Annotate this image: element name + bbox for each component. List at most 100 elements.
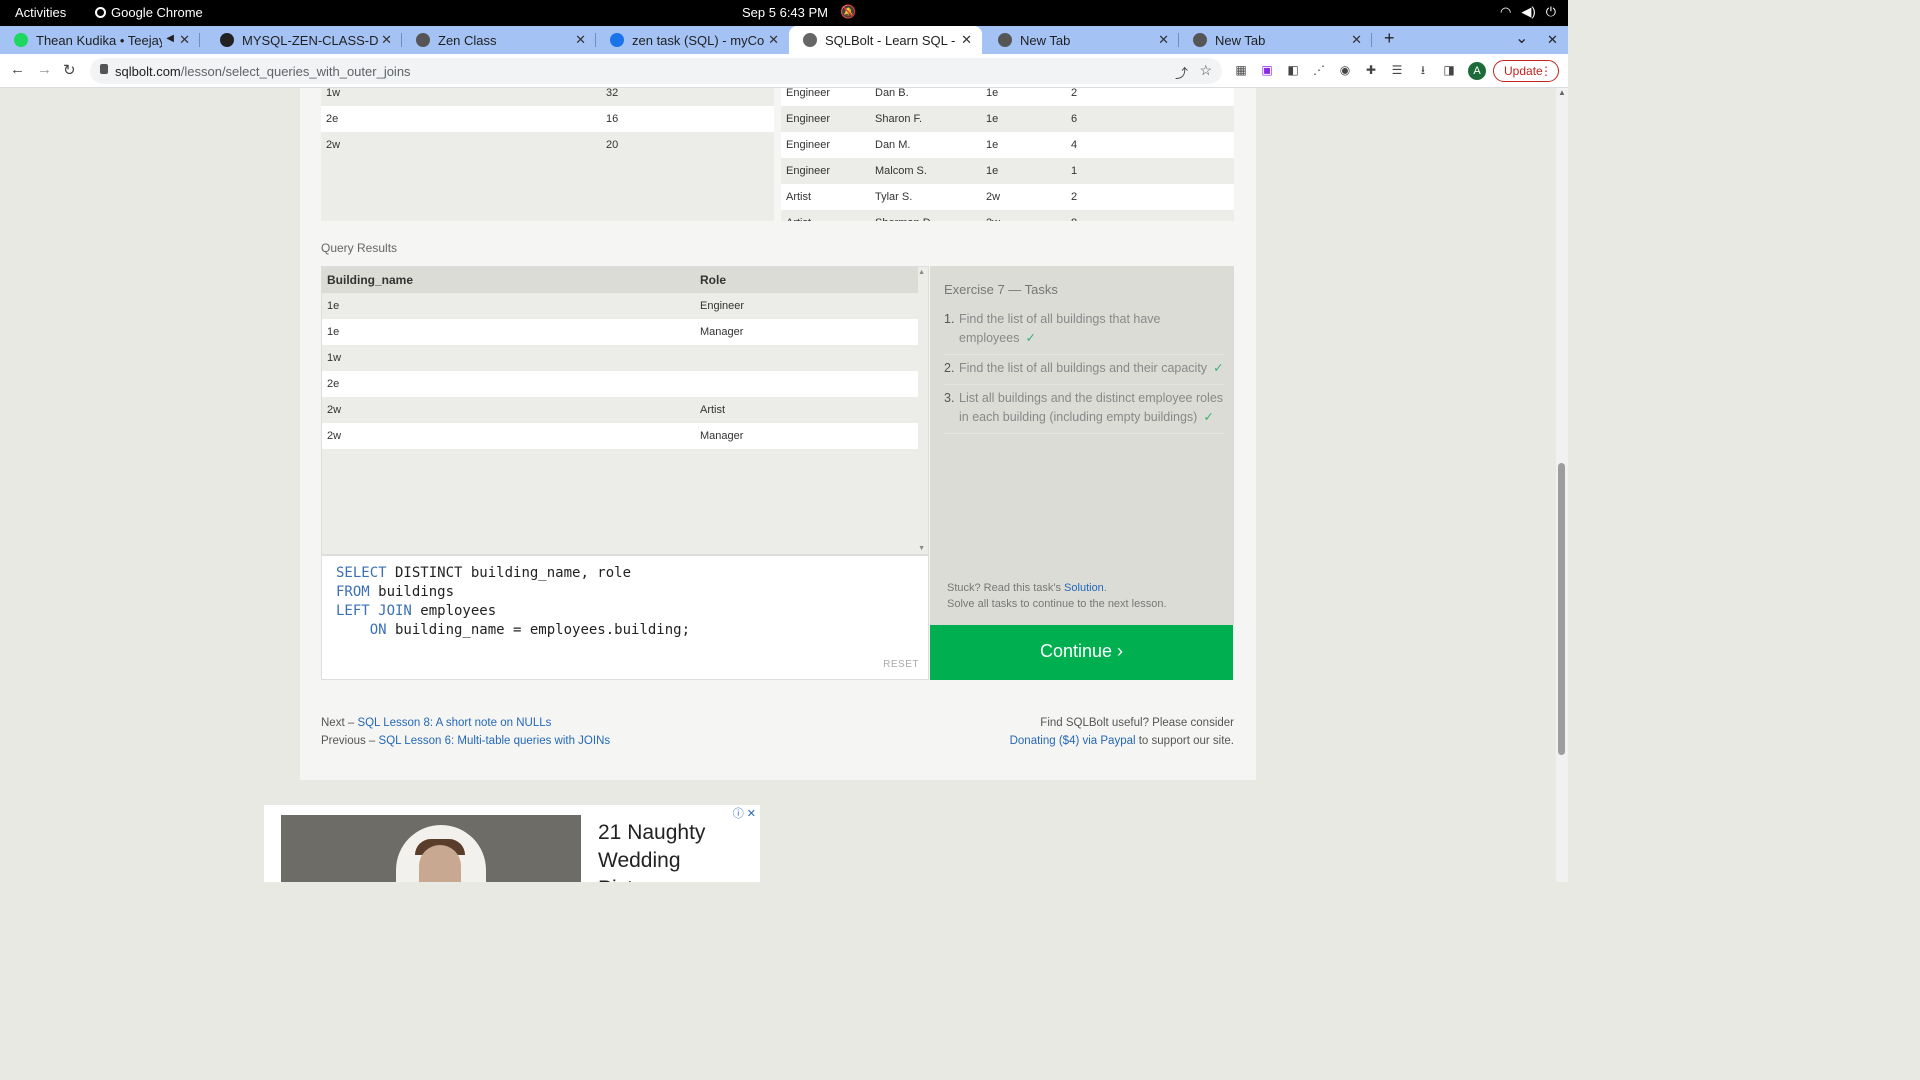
extension-icon-5[interactable]: ◉ — [1338, 63, 1352, 77]
next-prefix: Next – — [321, 717, 358, 729]
forward-icon[interactable]: → — [37, 61, 52, 78]
next-lesson-link[interactable]: SQL Lesson 8: A short note on NULLs — [357, 717, 551, 729]
tab-6[interactable]: New Tab ✕ — [984, 26, 1179, 54]
table-cell: 4 — [1066, 132, 1234, 158]
sql-text: buildings — [369, 584, 455, 600]
download-icon[interactable]: ⭳ — [1416, 63, 1430, 77]
tab-separator — [199, 33, 200, 47]
clock[interactable]: Sep 5 6:43 PM — [742, 5, 828, 20]
task-number: 2. — [944, 361, 955, 375]
lock-icon[interactable] — [100, 64, 108, 74]
task-number: 3. — [944, 391, 955, 405]
tab-search-chevron-icon[interactable]: ⌄ — [1515, 28, 1528, 48]
bookmark-star-icon[interactable]: ☆ — [1199, 62, 1212, 79]
extension-icon-2[interactable]: ▣ — [1260, 63, 1274, 77]
table-cell: 1e — [981, 88, 1066, 106]
table-cell: 2w — [981, 184, 1066, 210]
donate-link[interactable]: Donating ($4) via Paypal — [1010, 735, 1136, 747]
code-line: SELECT DISTINCT building_name, role — [336, 565, 631, 581]
tab-5[interactable]: SQLBolt - Learn SQL - SQL✕ — [789, 26, 982, 54]
table-row: 2w Artist — [322, 397, 918, 423]
table-cell: Artist — [781, 184, 870, 210]
reading-list-icon[interactable]: ☰ — [1390, 63, 1404, 77]
volume-icon: ◀) — [1521, 4, 1536, 19]
share-icon[interactable]: ⤴ — [1175, 63, 1188, 82]
scrollbar-up-arrow-icon[interactable]: ▲ — [1558, 88, 1566, 97]
ad-close-icon[interactable]: ⓘ ✕ — [733, 805, 756, 821]
ad-headline[interactable]: 21 Naughty Wedding Pictures — [598, 819, 738, 882]
table-cell: 1 — [1066, 158, 1234, 184]
tab-title: SQLBolt - Learn SQL - SQL — [825, 32, 958, 48]
advertisement[interactable]: 21 Naughty Wedding Pictures ⓘ ✕ — [264, 805, 760, 882]
close-tab-icon[interactable]: ✕ — [961, 32, 972, 48]
extension-icon-1[interactable]: ▦ — [1234, 63, 1248, 77]
reset-button[interactable]: RESET — [883, 659, 919, 670]
table-row: 2w 20 — [321, 132, 774, 158]
table-cell: 2w — [322, 423, 695, 449]
scroll-down-arrow-icon[interactable]: ▼ — [918, 545, 925, 552]
reload-icon[interactable]: ↻ — [63, 61, 76, 79]
close-tab-icon[interactable]: ✕ — [381, 32, 392, 48]
scroll-up-arrow-icon[interactable]: ▲ — [918, 269, 925, 276]
close-tab-icon[interactable]: ✕ — [768, 32, 779, 48]
tab-1[interactable]: Thean Kudika • Teejay, ◀ ✕ — [0, 26, 200, 54]
update-button[interactable]: Update ⋮ — [1493, 60, 1559, 82]
tab-3[interactable]: Zen Class ✕ — [402, 26, 596, 54]
extension-icon-4[interactable]: ⋰ — [1312, 63, 1326, 77]
check-icon: ✓ — [1213, 361, 1224, 375]
previous-lesson-link[interactable]: SQL Lesson 6: Multi-table queries with J… — [379, 735, 611, 747]
tab-2[interactable]: MYSQL-ZEN-CLASS-DB-T✕ — [206, 26, 402, 54]
scrollbar-thumb[interactable] — [1558, 463, 1565, 755]
app-name: Google Chrome — [111, 5, 203, 20]
donate-note: Find SQLBolt useful? Please consider Don… — [1010, 714, 1234, 750]
table-cell: 2w — [981, 210, 1066, 221]
close-tab-icon[interactable]: ✕ — [179, 32, 190, 48]
table-cell: Engineer — [781, 88, 870, 106]
menu-kebab-icon: ⋮ — [1540, 64, 1552, 78]
chrome-icon — [1193, 33, 1207, 47]
notifications-muted-icon: 🔕 — [840, 4, 857, 19]
tab-title: New Tab — [1215, 32, 1266, 48]
query-results-table[interactable]: Building_name Role 1e Engineer 1e Manager 1w… — [321, 266, 929, 555]
side-panel-icon[interactable]: ◨ — [1442, 63, 1456, 77]
close-tab-icon[interactable]: ✕ — [575, 32, 586, 48]
tab-separator — [1371, 33, 1372, 47]
check-icon: ✓ — [1203, 410, 1214, 424]
back-icon[interactable]: ← — [10, 61, 25, 78]
system-menu[interactable]: ◠ ◀) ⏻ — [1500, 4, 1556, 20]
table-row: Engineer Malcom S. 1e 1 — [781, 158, 1234, 184]
window-close-icon[interactable]: ✕ — [1547, 32, 1558, 48]
tab-4[interactable]: zen task (SQL) - myCompi✕ — [596, 26, 789, 54]
new-tab-icon[interactable]: + — [1384, 28, 1395, 49]
close-tab-icon[interactable]: ✕ — [1351, 32, 1362, 48]
extensions-puzzle-icon[interactable]: ✚ — [1364, 63, 1378, 77]
url-text[interactable]: sqlbolt.com/lesson/select_queries_with_o… — [115, 64, 411, 79]
sql-keyword: ON — [336, 622, 387, 638]
sql-text: employees — [411, 603, 497, 619]
task-text: Find the list of all buildings that have… — [959, 312, 1161, 345]
stuck-hint: Stuck? Read this task's Solution. Solve … — [947, 580, 1167, 612]
table-cell: 8 — [1066, 210, 1234, 221]
continue-button[interactable]: Continue › — [930, 625, 1233, 680]
code-line: ON building_name = employees.building; — [336, 622, 690, 638]
solution-link[interactable]: Solution — [1064, 582, 1104, 594]
ad-image[interactable] — [281, 815, 581, 882]
table-cell: Manager — [695, 423, 918, 449]
sql-editor[interactable]: SELECT DISTINCT building_name, role FROM … — [321, 555, 929, 680]
tab-title: MYSQL-ZEN-CLASS-DB-T — [242, 32, 378, 48]
table-row: 2w Manager — [322, 423, 918, 449]
spotify-icon — [14, 33, 28, 47]
page-scrollbar[interactable]: ▲ — [1556, 88, 1568, 882]
sqlbolt-icon — [803, 33, 817, 47]
close-tab-icon[interactable]: ✕ — [1158, 32, 1169, 48]
table-cell: Engineer — [781, 132, 870, 158]
audio-playing-icon[interactable]: ◀ — [166, 33, 174, 44]
app-menu[interactable]: Google Chrome — [95, 5, 203, 20]
profile-avatar[interactable]: A — [1468, 62, 1486, 80]
address-bar[interactable]: sqlbolt.com/lesson/select_queries_with_o… — [90, 58, 1222, 84]
sql-keyword: LEFT JOIN — [336, 603, 412, 619]
update-label: Update — [1504, 64, 1543, 78]
activities-button[interactable]: Activities — [15, 5, 66, 20]
tab-7[interactable]: New Tab ✕ — [1179, 26, 1372, 54]
extension-icon-3[interactable]: ◧ — [1286, 63, 1300, 77]
